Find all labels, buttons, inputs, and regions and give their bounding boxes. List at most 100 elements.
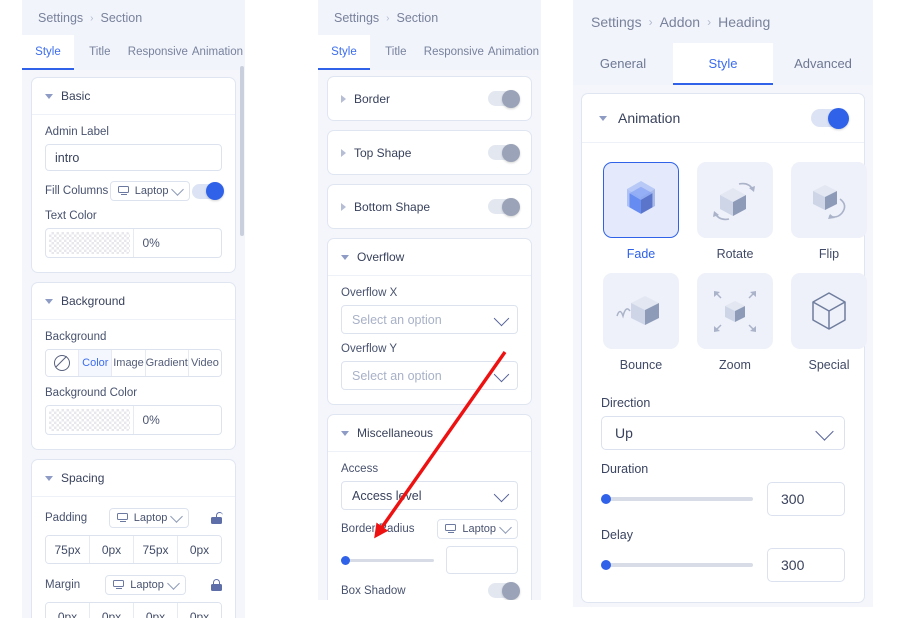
margin-bottom-input[interactable]: 0px (134, 603, 178, 618)
border-radius-value-input[interactable] (446, 546, 518, 574)
tab-title[interactable]: Title (370, 35, 422, 70)
padding-link-unlocked-icon[interactable] (211, 512, 223, 524)
tab-animation[interactable]: Animation (190, 35, 245, 70)
delay-slider[interactable] (601, 559, 753, 570)
padding-row: Padding Laptop (45, 508, 223, 528)
text-color-swatch[interactable] (49, 232, 130, 254)
animation-toggle[interactable] (811, 107, 849, 129)
animation-preset-bounce[interactable]: Bounce (603, 273, 679, 372)
breadcrumb-root[interactable]: Settings (334, 11, 379, 25)
fill-columns-label: Fill Columns (45, 185, 109, 197)
left-panel-scroll-area[interactable]: Basic Admin Label Fill Columns Laptop Te… (22, 70, 245, 618)
padding-top-input[interactable]: 75px (46, 536, 90, 563)
animation-preset-fade[interactable]: Fade (603, 162, 679, 261)
slider-handle[interactable] (341, 555, 350, 565)
border-toggle[interactable] (488, 89, 520, 108)
margin-left-input[interactable]: 0px (178, 603, 221, 618)
background-gradient-option[interactable]: Gradient (145, 350, 189, 376)
access-level-select[interactable]: Access level (341, 481, 518, 510)
special-cube-icon[interactable] (791, 273, 867, 349)
overflow-section-body: Overflow X Select an option Overflow Y S… (328, 276, 531, 404)
breadcrumb-root[interactable]: Settings (591, 14, 642, 30)
zoom-cube-icon[interactable] (697, 273, 773, 349)
background-section-header[interactable]: Background (32, 283, 235, 320)
overflow-y-select[interactable]: Select an option (341, 361, 518, 390)
miscellaneous-section-card: Miscellaneous Access Access level Border… (328, 415, 531, 600)
animation-preset-flip[interactable]: Flip (791, 162, 867, 261)
tab-title[interactable]: Title (74, 35, 126, 70)
background-color-opacity[interactable]: 0% (132, 406, 222, 434)
admin-label-input[interactable] (45, 144, 222, 171)
padding-values: 75px 0px 75px 0px (45, 535, 222, 564)
right-panel-scroll-area[interactable]: Animation Fade Rotate Flip Bounce Zoom S… (573, 85, 873, 602)
padding-label: Padding (45, 512, 88, 524)
padding-device-select[interactable]: Laptop (108, 508, 190, 528)
background-color-swatch[interactable] (49, 409, 130, 431)
border-radius-slider[interactable] (341, 555, 434, 565)
bounce-cube-icon[interactable] (603, 273, 679, 349)
fill-columns-toggle[interactable] (191, 182, 224, 200)
margin-right-input[interactable]: 0px (90, 603, 134, 618)
spacing-section-header[interactable]: Spacing (32, 460, 235, 497)
margin-row: Margin Laptop (45, 575, 222, 595)
chevron-right-icon (341, 94, 346, 103)
border-radius-device-select[interactable]: Laptop (437, 519, 518, 539)
overflow-section-header[interactable]: Overflow (328, 239, 531, 276)
slider-handle[interactable] (601, 493, 611, 504)
rotate-cube-icon[interactable] (697, 162, 773, 238)
flip-cube-icon[interactable] (791, 162, 867, 238)
overflow-section-title: Overflow (357, 250, 405, 264)
margin-top-input[interactable]: 0px (46, 603, 90, 618)
duration-slider[interactable] (601, 493, 753, 504)
overflow-x-select[interactable]: Select an option (341, 305, 518, 334)
padding-bottom-input[interactable]: 75px (134, 536, 178, 563)
slider-handle[interactable] (601, 559, 611, 570)
background-color-control[interactable]: 0% (45, 405, 222, 435)
padding-left-input[interactable]: 0px (178, 536, 221, 563)
animation-preset-rotate[interactable]: Rotate (697, 162, 773, 261)
middle-panel-scroll-area[interactable]: Border Top Shape Bottom Shape Overflow O… (318, 70, 541, 600)
fade-cube-glyph (627, 181, 655, 214)
tab-responsive[interactable]: Responsive (126, 35, 190, 70)
duration-value-input[interactable]: 300 (767, 482, 845, 516)
border-radius-row: Border Radius Laptop (341, 519, 518, 539)
bottom-shape-toggle[interactable] (488, 197, 520, 216)
background-color-option[interactable]: Color (79, 350, 113, 376)
box-shadow-toggle[interactable] (488, 581, 520, 600)
tab-advanced[interactable]: Advanced (773, 43, 873, 85)
breadcrumb-addon[interactable]: Addon (660, 14, 700, 30)
direction-select[interactable]: Up (601, 416, 845, 450)
tab-general[interactable]: General (573, 43, 673, 85)
top-shape-toggle[interactable] (488, 143, 520, 162)
padding-right-input[interactable]: 0px (90, 536, 134, 563)
text-color-control[interactable]: 0% (45, 228, 222, 258)
overflow-y-label: Overflow Y (341, 343, 398, 355)
border-section-header[interactable]: Border (328, 77, 531, 120)
background-image-option[interactable]: Image (112, 350, 146, 376)
tab-style[interactable]: Style (673, 43, 773, 85)
margin-link-locked-icon[interactable] (211, 579, 222, 591)
tab-style[interactable]: Style (318, 35, 370, 70)
left-panel-scrollbar[interactable] (240, 66, 244, 236)
text-color-opacity[interactable]: 0% (132, 229, 222, 257)
fade-cube-icon[interactable] (603, 162, 679, 238)
top-shape-section-title: Top Shape (354, 145, 412, 160)
margin-device-select[interactable]: Laptop (105, 575, 186, 595)
delay-value-input[interactable]: 300 (767, 548, 845, 582)
basic-section-header[interactable]: Basic (32, 78, 235, 115)
animation-preset-special[interactable]: Special (791, 273, 867, 372)
background-video-option[interactable]: Video (188, 350, 221, 376)
bottom-shape-section-header[interactable]: Bottom Shape (328, 185, 531, 228)
chevron-down-icon (170, 510, 184, 523)
tab-animation[interactable]: Animation (486, 35, 541, 70)
tab-responsive[interactable]: Responsive (422, 35, 486, 70)
overflow-y-placeholder: Select an option (352, 368, 442, 383)
fill-columns-device-select[interactable]: Laptop (109, 181, 191, 201)
animation-preset-zoom[interactable]: Zoom (697, 273, 773, 372)
background-none-option[interactable] (46, 350, 80, 376)
animation-section-header[interactable]: Animation (582, 94, 864, 143)
tab-style[interactable]: Style (22, 35, 74, 70)
breadcrumb-root[interactable]: Settings (38, 11, 83, 25)
top-shape-section-header[interactable]: Top Shape (328, 131, 531, 174)
miscellaneous-section-header[interactable]: Miscellaneous (328, 415, 531, 452)
